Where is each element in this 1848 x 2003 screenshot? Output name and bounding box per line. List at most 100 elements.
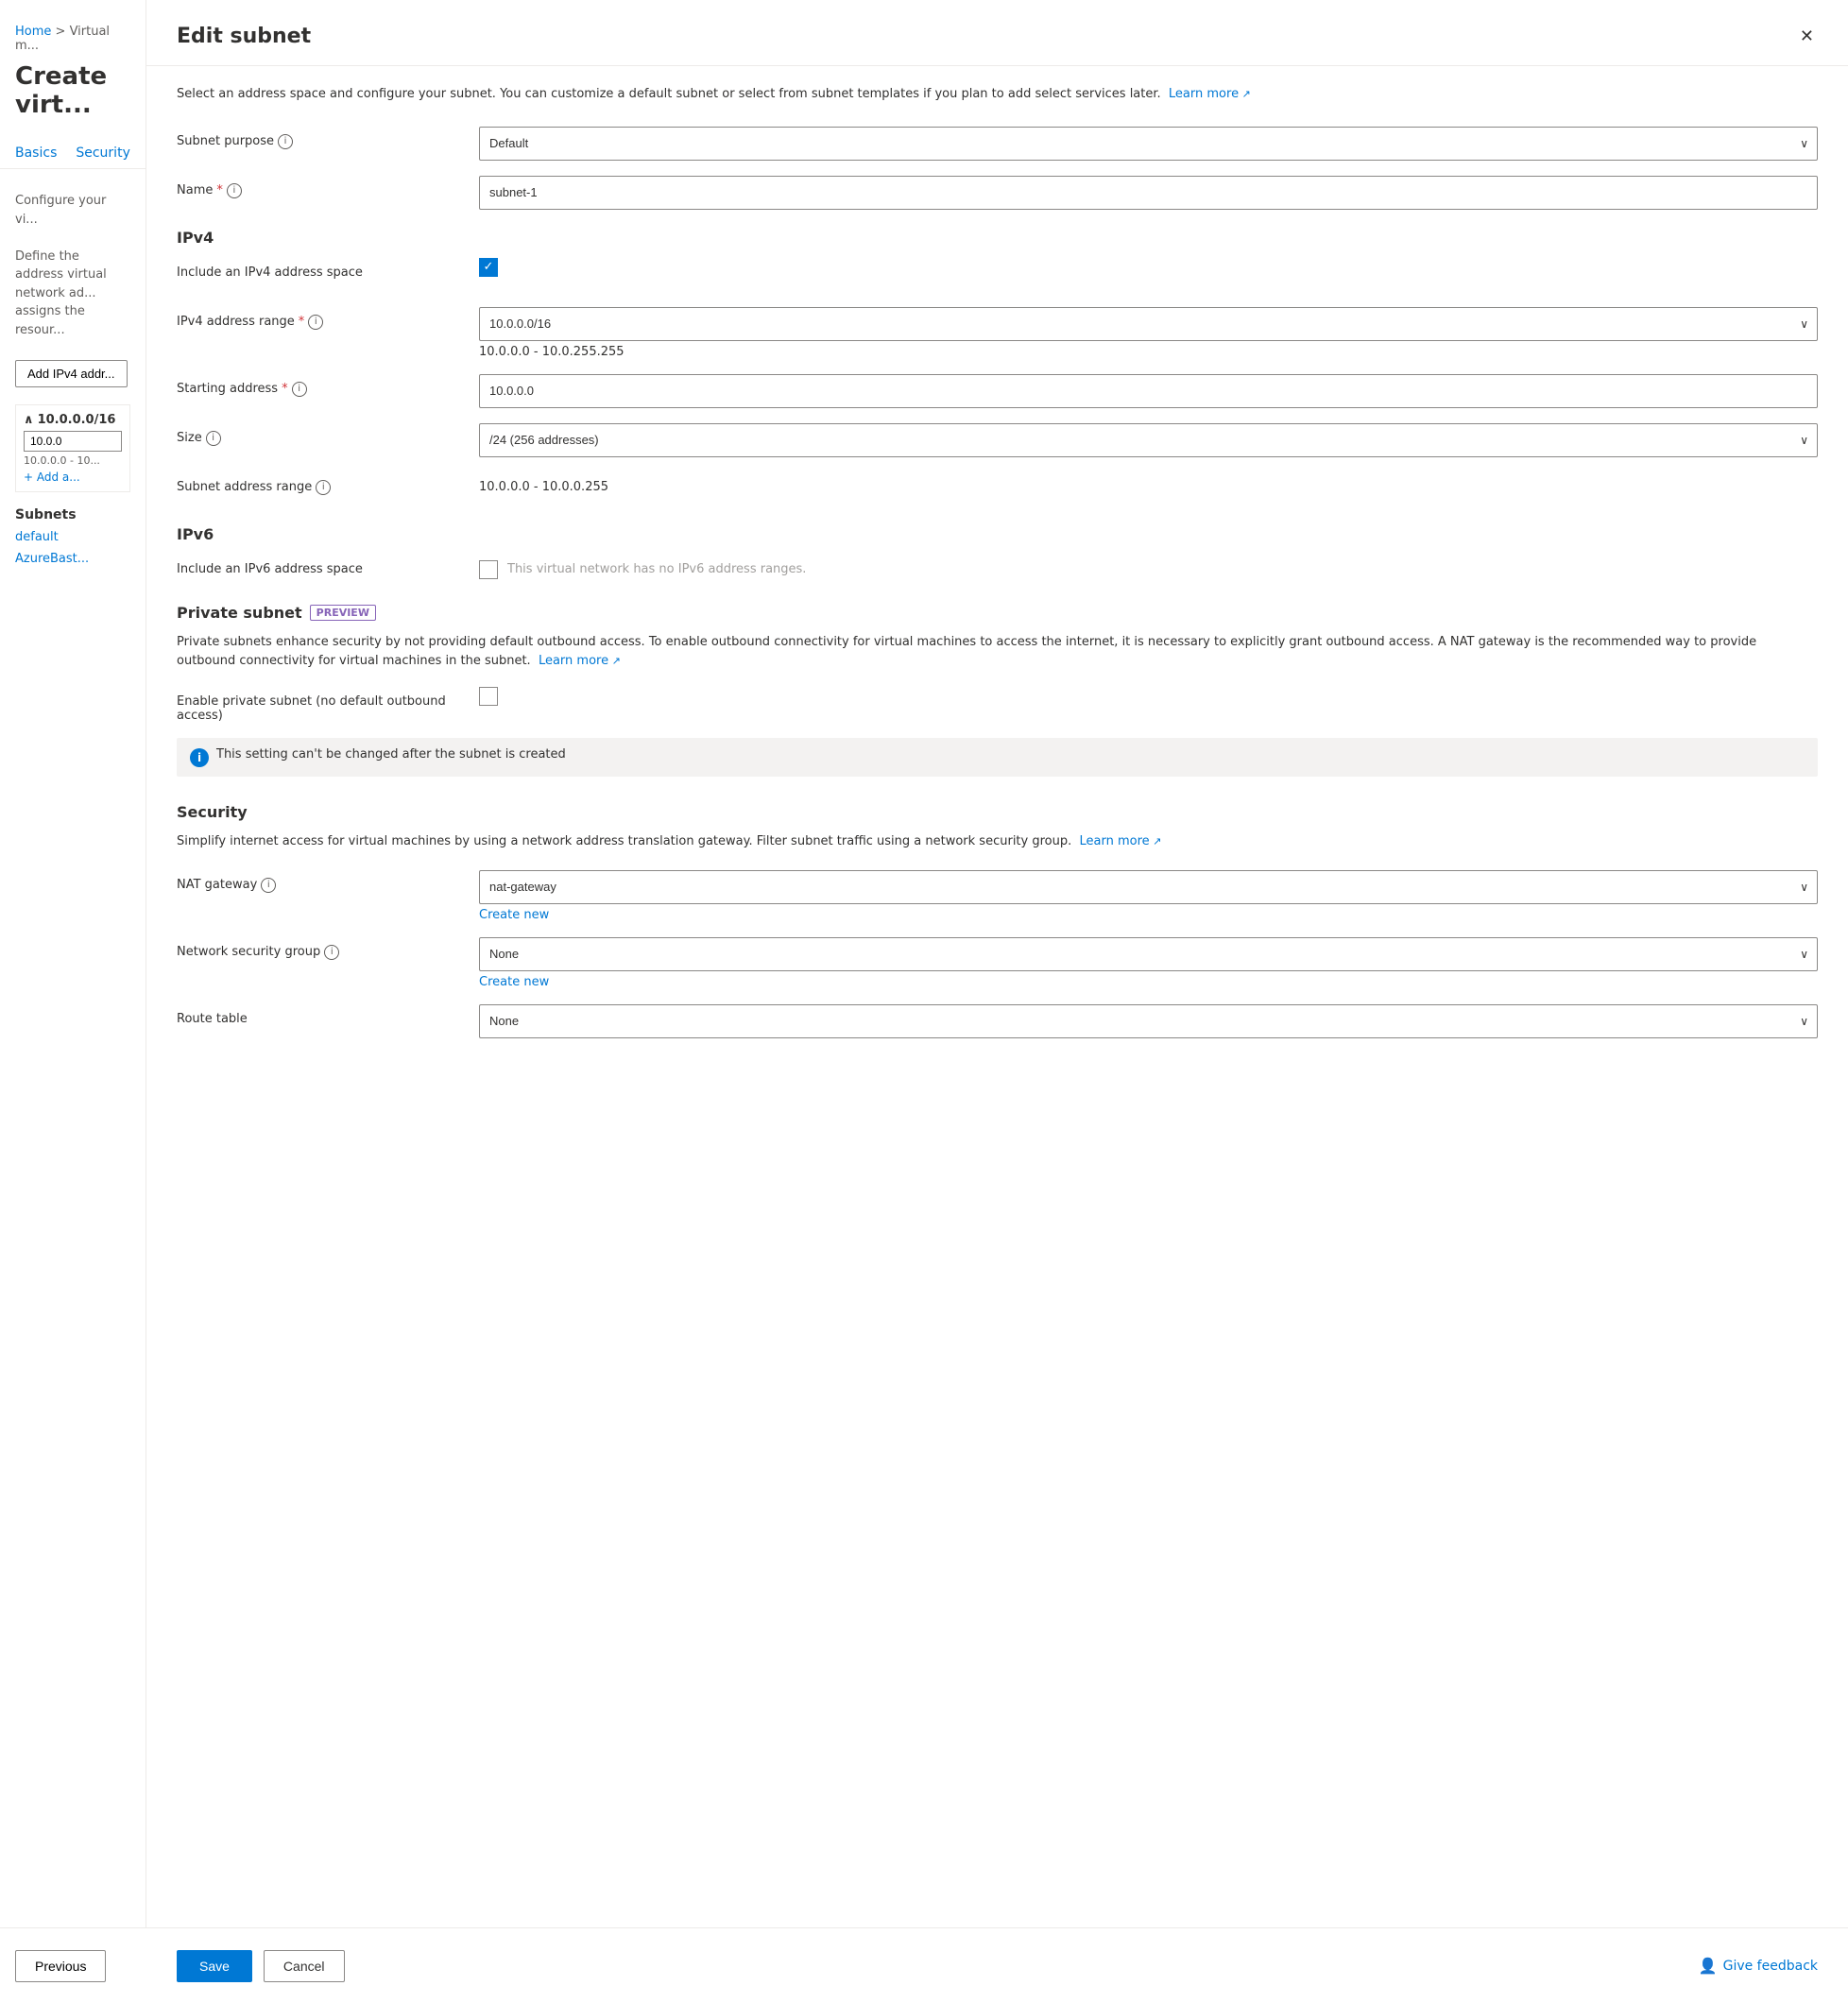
nat-gateway-select-wrapper: nat-gateway ∨ [479, 870, 1818, 904]
add-ipv4-button[interactable]: Add IPv4 addr... [15, 360, 128, 387]
nsg-select[interactable]: None [479, 937, 1818, 971]
panel-body: Select an address space and configure yo… [146, 66, 1848, 2003]
enable-private-checkbox[interactable] [479, 687, 498, 706]
name-label: Name * i [177, 176, 479, 198]
subnets-label: Subnets [0, 500, 145, 526]
starting-address-control [479, 374, 1818, 408]
add-subnet-link[interactable]: + Add a... [24, 471, 80, 484]
ip-range: 10.0.0.0 - 10... [24, 454, 122, 467]
include-ipv6-control: This virtual network has no IPv6 address… [479, 555, 1818, 579]
footer-actions: Save Cancel [177, 1950, 345, 1982]
starting-address-label: Starting address * i [177, 374, 479, 397]
starting-address-info-icon[interactable]: i [292, 382, 307, 397]
include-ipv6-row: Include an IPv6 address space This virtu… [177, 555, 1818, 589]
nat-gateway-control: nat-gateway ∨ Create new [479, 870, 1818, 922]
private-subnet-section: Private subnet PREVIEW Private subnets e… [177, 604, 1818, 778]
previous-button[interactable]: Previous [15, 1950, 106, 1982]
ipv4-range-select[interactable]: 10.0.0.0/16 [479, 307, 1818, 341]
subnet-address-range-info-icon[interactable]: i [316, 480, 331, 495]
subnet-address-range-row: Subnet address range i 10.0.0.0 - 10.0.0… [177, 472, 1818, 506]
ipv4-range-info-icon[interactable]: i [308, 315, 323, 330]
security-learn-more-link[interactable]: Learn more [1080, 834, 1162, 848]
ipv4-range-select-wrapper: 10.0.0.0/16 ∨ [479, 307, 1818, 341]
subnet-purpose-info-icon[interactable]: i [278, 134, 293, 149]
subnet-link-bastionhost[interactable]: AzureBast... [0, 548, 145, 570]
private-subnet-title: Private subnet [177, 604, 302, 622]
size-select-wrapper: /24 (256 addresses) ∨ [479, 423, 1818, 457]
feedback-icon: 👤 [1699, 1957, 1718, 1975]
ipv6-section-title: IPv6 [177, 525, 1818, 543]
name-required-indicator: * [216, 183, 223, 197]
starting-address-input[interactable] [479, 374, 1818, 408]
include-ipv6-checkbox[interactable] [479, 560, 498, 579]
panel-learn-more-link[interactable]: Learn more [1169, 87, 1251, 101]
size-info-icon[interactable]: i [206, 431, 221, 446]
include-ipv6-label: Include an IPv6 address space [177, 555, 479, 576]
ip-header: ∧ 10.0.0.0/16 [24, 413, 122, 427]
give-feedback-link[interactable]: 👤 Give feedback [1699, 1957, 1818, 1975]
name-input[interactable] [479, 176, 1818, 210]
nat-gateway-info-icon[interactable]: i [261, 878, 276, 893]
size-row: Size i /24 (256 addresses) ∨ [177, 423, 1818, 457]
subnet-purpose-row: Subnet purpose i Default ∨ [177, 127, 1818, 161]
security-section: Security Simplify internet access for vi… [177, 803, 1818, 1038]
tab-basics[interactable]: Basics [15, 138, 57, 168]
left-panel: Home > Virtual m... Create virt... Basic… [0, 0, 146, 2003]
nsg-info-icon[interactable]: i [324, 945, 339, 960]
enable-private-label: Enable private subnet (no default outbou… [177, 687, 479, 723]
nsg-row: Network security group i None ∨ Create n… [177, 937, 1818, 989]
info-note: i This setting can't be changed after th… [177, 738, 1818, 777]
subnet-purpose-select[interactable]: Default [479, 127, 1818, 161]
close-button[interactable]: ✕ [1796, 23, 1818, 50]
nsg-create-new-link[interactable]: Create new [479, 975, 1818, 989]
route-table-label: Route table [177, 1004, 479, 1026]
security-section-title: Security [177, 803, 1818, 821]
panel-header: Edit subnet ✕ [146, 0, 1848, 66]
include-ipv4-checkbox[interactable] [479, 258, 498, 277]
ipv6-placeholder-text: This virtual network has no IPv6 address… [507, 562, 806, 576]
subnet-purpose-control: Default ∨ [479, 127, 1818, 161]
size-control: /24 (256 addresses) ∨ [479, 423, 1818, 457]
panel-description: Select an address space and configure yo… [177, 85, 1818, 104]
subnet-purpose-label: Subnet purpose i [177, 127, 479, 149]
private-subnet-description: Private subnets enhance security by not … [177, 633, 1818, 673]
enable-private-control [479, 687, 1818, 706]
ip-input[interactable] [24, 431, 122, 452]
name-info-icon[interactable]: i [227, 183, 242, 198]
breadcrumb-home[interactable]: Home [15, 25, 51, 39]
ipv4-range-required: * [299, 315, 305, 329]
tab-security[interactable]: Security [76, 138, 130, 168]
bottom-bar-left: Previous [0, 1927, 146, 2003]
left-description: Configure your vi... Define the address … [0, 180, 145, 351]
name-control [479, 176, 1818, 210]
edit-subnet-panel: Edit subnet ✕ Select an address space an… [146, 0, 1848, 2003]
subnet-address-range-value: 10.0.0.0 - 10.0.0.255 [479, 472, 1818, 494]
nsg-control: None ∨ Create new [479, 937, 1818, 989]
nat-gateway-label: NAT gateway i [177, 870, 479, 893]
ipv4-range-sub-text: 10.0.0.0 - 10.0.255.255 [479, 345, 1818, 359]
nsg-select-wrapper: None ∨ [479, 937, 1818, 971]
include-ipv4-row: Include an IPv4 address space [177, 258, 1818, 292]
route-table-select[interactable]: None [479, 1004, 1818, 1038]
nat-gateway-select[interactable]: nat-gateway [479, 870, 1818, 904]
panel-title: Edit subnet [177, 25, 311, 48]
size-select[interactable]: /24 (256 addresses) [479, 423, 1818, 457]
ipv4-section-title: IPv4 [177, 229, 1818, 247]
save-button[interactable]: Save [177, 1950, 252, 1982]
starting-address-required: * [282, 382, 288, 396]
page-title: Create virt... [0, 59, 145, 138]
feedback-label: Give feedback [1723, 1959, 1818, 1974]
include-ipv4-control [479, 258, 1818, 277]
route-table-select-wrapper: None ∨ [479, 1004, 1818, 1038]
include-ipv4-label: Include an IPv4 address space [177, 258, 479, 280]
preview-badge: PREVIEW [310, 605, 376, 621]
nat-gateway-create-new-link[interactable]: Create new [479, 908, 1818, 922]
subnet-link-default[interactable]: default [0, 526, 145, 548]
starting-address-row: Starting address * i [177, 374, 1818, 408]
subnet-purpose-select-wrapper: Default ∨ [479, 127, 1818, 161]
cancel-button[interactable]: Cancel [264, 1950, 345, 1982]
private-subnet-learn-more-link[interactable]: Learn more [539, 654, 621, 668]
security-description: Simplify internet access for virtual mac… [177, 832, 1818, 851]
nsg-label: Network security group i [177, 937, 479, 960]
ipv4-range-label: IPv4 address range * i [177, 307, 479, 330]
